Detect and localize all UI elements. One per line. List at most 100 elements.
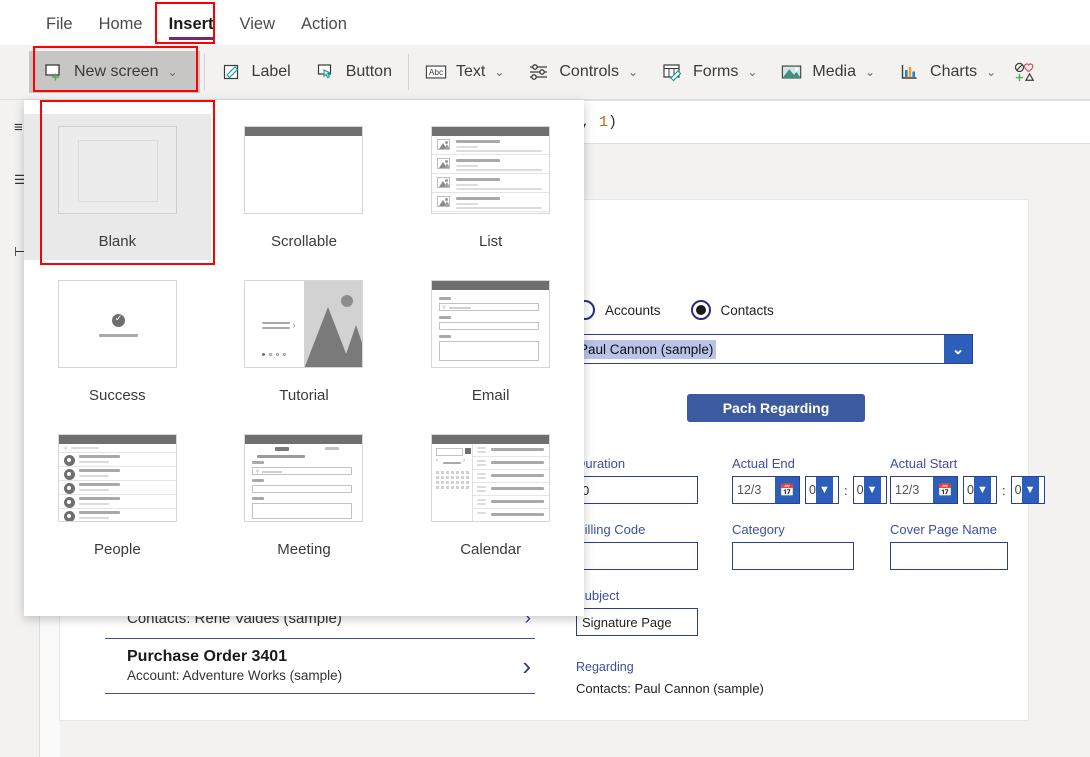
template-list-label: List: [478, 233, 503, 250]
calendar-icon[interactable]: 📅: [775, 477, 799, 503]
chevron-down-icon[interactable]: ▼: [1021, 477, 1039, 503]
list-item[interactable]: Purchase Order 3401 Account: Adventure W…: [105, 638, 535, 693]
media-menu-label: Media: [812, 63, 856, 80]
chevron-down-icon[interactable]: ▼: [815, 477, 833, 503]
button-button-label: Button: [345, 63, 392, 80]
forms-menu[interactable]: Forms ⌄: [650, 51, 769, 93]
actual-start-hour-value: 0: [967, 483, 974, 497]
svg-text:Abc: Abc: [429, 68, 443, 77]
template-blank-thumbnail: [57, 126, 177, 214]
chevron-down-icon: ⌄: [167, 65, 178, 79]
template-scrollable-thumbnail: [244, 126, 364, 214]
template-scrollable-label: Scrollable: [271, 233, 337, 250]
regarding-combobox[interactable]: Paul Cannon (sample) ⌄: [573, 334, 973, 364]
field-category: Category: [732, 522, 854, 570]
media-picture-icon: [781, 61, 803, 83]
actual-start-minute-value: 0: [1014, 483, 1022, 497]
template-people-label: People: [93, 541, 141, 558]
template-people[interactable]: ⚲ People: [24, 422, 211, 568]
chevron-down-icon[interactable]: ⌄: [944, 335, 972, 363]
patch-regarding-button[interactable]: Pach Regarding: [687, 394, 865, 422]
template-calendar-label: Calendar: [460, 541, 522, 558]
template-grid: Blank Scrollable List ✓ Success › Tutori…: [24, 114, 584, 568]
text-abc-icon: Abc: [425, 61, 447, 83]
charts-menu-label: Charts: [930, 63, 978, 80]
field-cover-page-name-label: Cover Page Name: [890, 522, 997, 537]
new-screen-button[interactable]: New screen ⌄: [29, 51, 200, 93]
actual-end-date-value: 12/3: [737, 483, 762, 497]
label-button-label: Label: [251, 63, 291, 80]
field-cover-page-name-input[interactable]: [890, 542, 1008, 570]
chevron-down-icon[interactable]: ▼: [973, 477, 991, 503]
chevron-down-icon: ⌄: [747, 65, 758, 79]
charts-bar-icon: [899, 61, 921, 83]
list-bottom-divider: [105, 693, 535, 694]
button-button[interactable]: Button: [303, 51, 404, 93]
radio-accounts-label: Accounts: [605, 302, 661, 318]
template-email[interactable]: ⚲ Email: [397, 268, 584, 414]
actual-end-hour-select[interactable]: 0 ▼: [805, 476, 839, 504]
chevron-right-icon[interactable]: ›: [522, 653, 531, 679]
actual-end-datetime-group: 12/3 📅 0 ▼ : 0 ▼: [732, 476, 887, 504]
field-billing-code-input[interactable]: [576, 542, 698, 570]
regarding-value: Contacts: Paul Cannon (sample): [576, 681, 764, 696]
chevron-down-icon[interactable]: ▼: [863, 477, 881, 503]
formula-bar[interactable]: 5, 1): [560, 100, 1090, 144]
chevron-down-icon: ⌄: [864, 65, 876, 79]
charts-menu[interactable]: Charts ⌄: [887, 51, 1008, 93]
template-scrollable[interactable]: Scrollable: [211, 114, 398, 260]
field-subject-input[interactable]: Signature Page: [576, 608, 698, 636]
text-menu-label: Text: [455, 63, 486, 80]
field-category-input[interactable]: [732, 542, 854, 570]
field-cover-page-name: Cover Page Name: [890, 522, 1008, 570]
actual-start-minute-select[interactable]: 0 ▼: [1010, 476, 1045, 504]
text-menu[interactable]: Abc Text ⌄: [413, 51, 516, 93]
template-tutorial-thumbnail: ›: [244, 280, 364, 368]
actual-end-minute-select[interactable]: 0 ▼: [852, 476, 887, 504]
template-success[interactable]: Success: [24, 268, 211, 414]
actual-start-date-input[interactable]: 12/3 📅: [890, 476, 958, 504]
time-colon: :: [844, 482, 848, 498]
template-people-thumbnail: ⚲: [57, 434, 177, 522]
combobox-selected-value: Paul Cannon (sample): [576, 339, 717, 359]
controls-menu[interactable]: Controls ⌄: [516, 51, 650, 93]
field-actual-end-label: Actual End: [732, 456, 795, 471]
regarding-readout: Regarding Contacts: Paul Cannon (sample): [576, 660, 764, 696]
field-subject-label: Subject: [576, 588, 620, 603]
actual-end-minute-value: 0: [856, 483, 864, 497]
template-blank-label: Blank: [98, 233, 137, 250]
forms-menu-label: Forms: [693, 63, 739, 80]
field-actual-start-label: Actual Start: [890, 456, 958, 471]
tab-file[interactable]: File: [33, 15, 86, 45]
actual-start-hour-select[interactable]: 0 ▼: [963, 476, 997, 504]
forms-grid-icon: [662, 61, 684, 83]
icons-menu[interactable]: [1008, 51, 1057, 93]
field-billing-code: Billing Code: [576, 522, 698, 570]
ribbon-separator: [203, 54, 205, 90]
tab-view[interactable]: View: [227, 15, 288, 45]
radio-contacts[interactable]: [690, 300, 711, 320]
field-subject: Subject Signature Page: [576, 588, 698, 636]
tab-home[interactable]: Home: [86, 15, 156, 45]
template-list[interactable]: List: [397, 114, 584, 260]
field-duration-input[interactable]: 0: [576, 476, 698, 504]
template-meeting[interactable]: ⚲ Meeting: [211, 422, 398, 568]
actual-start-date-value: 12/3: [895, 483, 920, 497]
regarding-label: Regarding: [576, 660, 634, 674]
actual-end-date-input[interactable]: 12/3 📅: [732, 476, 800, 504]
new-screen-template-flyout: Blank Scrollable List ✓ Success › Tutori…: [24, 100, 584, 616]
icons-shapes-icon: [1014, 61, 1036, 83]
template-blank[interactable]: Blank: [24, 114, 211, 260]
template-tutorial[interactable]: › Tutorial: [211, 268, 398, 414]
template-tutorial-label: Tutorial: [279, 387, 329, 404]
calendar-icon[interactable]: 📅: [933, 477, 957, 503]
controls-sliders-icon: [528, 61, 550, 83]
label-button[interactable]: Label: [209, 51, 303, 93]
tab-insert[interactable]: Insert: [156, 15, 227, 45]
actual-start-datetime-group: 12/3 📅 0 ▼ : 0 ▼: [890, 476, 1045, 504]
media-menu[interactable]: Media ⌄: [769, 51, 887, 93]
chevron-down-icon: ⌄: [627, 65, 639, 79]
template-calendar[interactable]: ‹ › Calendar: [397, 422, 584, 568]
new-screen-icon: [43, 61, 65, 83]
tab-action[interactable]: Action: [288, 15, 360, 45]
